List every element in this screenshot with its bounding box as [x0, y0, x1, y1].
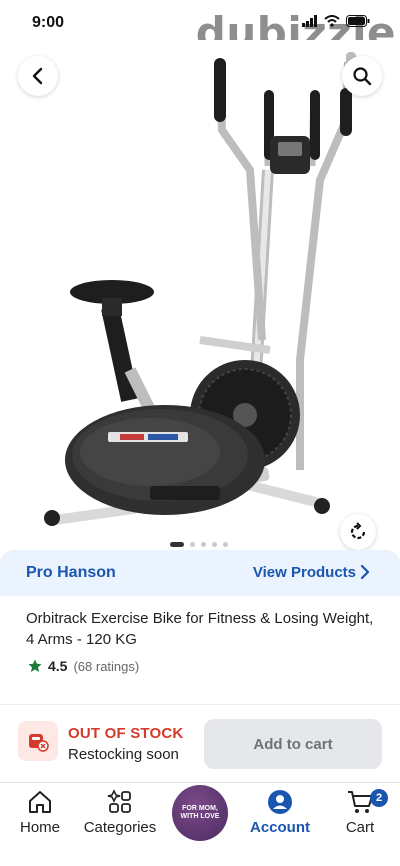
product-rating[interactable]: 4.5 (68 ratings) — [28, 658, 139, 674]
signal-icon — [302, 15, 317, 27]
status-icons — [302, 15, 370, 27]
carousel-dot[interactable] — [201, 542, 206, 547]
nav-home-label: Home — [19, 819, 60, 836]
wifi-icon — [324, 15, 340, 27]
rotate-icon — [350, 522, 366, 540]
nav-home[interactable]: Home — [0, 789, 80, 836]
add-to-cart-button[interactable]: Add to cart — [204, 719, 382, 769]
bottom-navigation: Home Categories FOR MOM, WITH LOVE Accou… — [0, 782, 400, 866]
out-of-stock-icon — [29, 734, 49, 752]
carousel-dot[interactable] — [223, 542, 228, 547]
categories-icon — [107, 789, 131, 813]
purchase-bar: OUT OF STOCK Restocking soon Add to cart — [0, 704, 400, 782]
chevron-right-icon — [360, 564, 370, 580]
cart-icon — [348, 791, 373, 813]
status-time: 9:00 — [32, 14, 65, 31]
star-icon — [28, 659, 42, 672]
search-button[interactable] — [342, 56, 382, 96]
out-of-stock-label: OUT OF STOCK — [68, 725, 184, 742]
view-products-label: View Products — [252, 564, 356, 581]
search-icon — [353, 67, 372, 86]
back-button[interactable] — [18, 56, 58, 96]
product-image-carousel[interactable] — [0, 40, 400, 552]
ratings-count: (68 ratings) — [73, 658, 140, 674]
product-info-card: Orbitrack Exercise Bike for Fitness & Lo… — [10, 596, 388, 704]
seller-name[interactable]: Pro Hanson — [26, 564, 116, 582]
promo-badge[interactable]: FOR MOM, WITH LOVE — [172, 785, 228, 841]
account-icon — [268, 790, 292, 814]
carousel-indicator — [170, 542, 228, 547]
carousel-dot[interactable] — [212, 542, 217, 547]
restocking-label: Restocking soon — [68, 746, 179, 763]
nav-categories-label: Categories — [83, 819, 157, 836]
chevron-left-icon — [32, 67, 43, 85]
nav-categories[interactable]: Categories — [80, 789, 160, 836]
rotate-360-button[interactable] — [340, 514, 376, 550]
view-products-link[interactable]: View Products — [253, 564, 356, 581]
cart-count-badge: 2 — [370, 789, 388, 807]
nav-cart-label: Cart — [345, 819, 375, 836]
exercise-bike-image — [44, 52, 356, 526]
nav-account[interactable]: Account — [240, 789, 320, 836]
rating-value: 4.5 — [48, 658, 68, 674]
nav-account-label: Account — [250, 819, 310, 836]
battery-icon — [346, 15, 370, 27]
out-of-stock-icon-box — [18, 721, 58, 761]
carousel-dot[interactable] — [190, 542, 195, 547]
nav-cart[interactable]: Cart 2 — [320, 789, 400, 836]
seller-bar[interactable]: Pro Hanson View Products — [0, 550, 400, 596]
home-icon — [29, 791, 51, 813]
product-title: Orbitrack Exercise Bike for Fitness & Lo… — [26, 610, 374, 648]
carousel-dot[interactable] — [170, 542, 184, 547]
